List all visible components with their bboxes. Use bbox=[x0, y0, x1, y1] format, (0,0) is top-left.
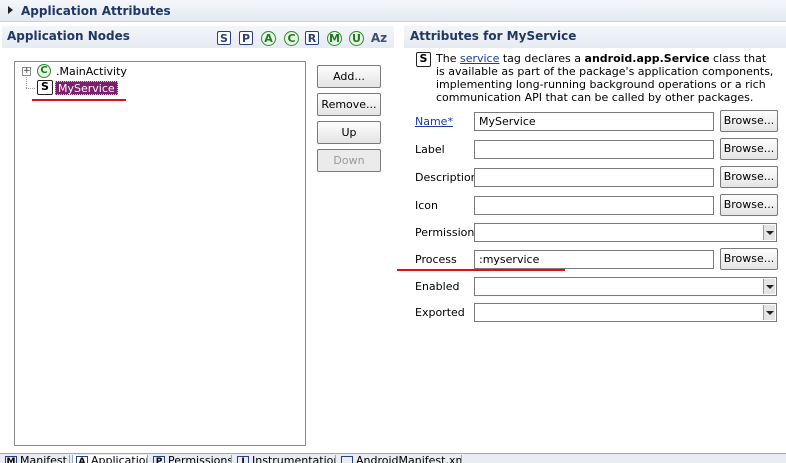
tree-connector bbox=[26, 77, 27, 88]
process-field-label: Process bbox=[415, 253, 457, 266]
exported-field-label: Exported bbox=[415, 306, 465, 319]
application-attributes-header[interactable]: Application Attributes bbox=[0, 0, 786, 22]
icon-field-label: Icon bbox=[415, 199, 438, 212]
description-field-label: Description bbox=[415, 171, 478, 184]
application-tab-icon: A bbox=[76, 456, 88, 463]
editor-tab-bar: M Manifest A Application P Permissions I Ins… bbox=[0, 453, 786, 463]
tab-label: Application bbox=[91, 455, 148, 463]
section-title: Application Attributes bbox=[21, 4, 171, 18]
permission-field-label: Permission bbox=[415, 226, 475, 239]
label-browse-button[interactable]: Browse... bbox=[720, 138, 778, 160]
name-browse-button[interactable]: Browse... bbox=[720, 110, 778, 132]
permissions-tab-icon: P bbox=[153, 456, 165, 463]
tree-expand-icon[interactable]: + bbox=[22, 67, 31, 76]
attributes-title: Attributes for MyService bbox=[410, 29, 577, 43]
name-label-link[interactable]: Name* bbox=[415, 115, 453, 128]
service-node-icon: S bbox=[37, 80, 53, 95]
tab-manifest[interactable]: M Manifest bbox=[2, 455, 70, 463]
service-doc-link[interactable]: service bbox=[460, 52, 499, 65]
down-button[interactable]: Down bbox=[317, 149, 381, 172]
add-activity-icon[interactable]: A bbox=[261, 31, 276, 46]
permission-combo[interactable] bbox=[474, 223, 777, 242]
xml-file-icon bbox=[341, 456, 353, 463]
exported-combo[interactable] bbox=[474, 303, 777, 322]
name-field[interactable]: MyService bbox=[474, 112, 714, 131]
red-annotation-underline bbox=[32, 99, 126, 101]
add-service-icon[interactable]: S bbox=[217, 31, 231, 45]
remove-button[interactable]: Remove... bbox=[317, 93, 381, 116]
process-field[interactable]: :myservice bbox=[474, 250, 714, 269]
add-activity-alias-icon[interactable]: C bbox=[284, 31, 299, 46]
up-button[interactable]: Up bbox=[317, 121, 381, 144]
red-annotation-underline bbox=[397, 269, 565, 271]
service-icon: S bbox=[416, 52, 431, 67]
add-meta-data-icon[interactable]: M bbox=[327, 31, 342, 46]
add-button[interactable]: Add... bbox=[317, 65, 381, 88]
tab-instrumentation[interactable]: I Instrumentation bbox=[234, 455, 336, 463]
description-field[interactable] bbox=[474, 168, 714, 187]
chevron-down-icon[interactable] bbox=[763, 225, 775, 240]
tree-connector bbox=[26, 88, 35, 89]
add-uses-library-icon[interactable]: U bbox=[349, 31, 364, 46]
application-nodes-tree[interactable]: + C .MainActivity S MyService bbox=[14, 61, 306, 446]
enabled-field-label: Enabled bbox=[415, 280, 460, 293]
service-description: The service tag declares a android.app.S… bbox=[436, 52, 776, 104]
tab-permissions[interactable]: P Permissions bbox=[150, 455, 232, 463]
description-class-name: android.app.Service bbox=[584, 52, 710, 65]
tab-application[interactable]: A Application bbox=[72, 455, 148, 463]
icon-field[interactable] bbox=[474, 196, 714, 215]
tab-label: Instrumentation bbox=[252, 455, 336, 463]
chevron-down-icon[interactable] bbox=[763, 305, 775, 320]
add-provider-icon[interactable]: P bbox=[239, 31, 253, 45]
manifest-tab-icon: M bbox=[5, 456, 17, 463]
description-text: The bbox=[436, 52, 460, 65]
label-field[interactable] bbox=[474, 140, 714, 159]
label-field-label: Label bbox=[415, 143, 445, 156]
tab-label: Permissions bbox=[168, 455, 232, 463]
description-browse-button[interactable]: Browse... bbox=[720, 166, 778, 188]
add-receiver-icon[interactable]: R bbox=[305, 31, 319, 45]
icon-browse-button[interactable]: Browse... bbox=[720, 194, 778, 216]
attributes-header: Attributes for MyService bbox=[404, 26, 786, 48]
expand-triangle-icon[interactable] bbox=[8, 6, 13, 14]
process-browse-button[interactable]: Browse... bbox=[720, 248, 778, 270]
tab-androidmanifest-xml[interactable]: AndroidManifest.xml bbox=[338, 455, 462, 463]
tab-label: AndroidManifest.xml bbox=[356, 455, 462, 463]
chevron-down-icon[interactable] bbox=[763, 279, 775, 294]
activity-node-icon: C bbox=[37, 64, 51, 78]
description-text: tag declares a bbox=[499, 52, 585, 65]
application-nodes-title: Application Nodes bbox=[7, 29, 130, 43]
tree-item-mainactivity[interactable]: .MainActivity bbox=[56, 65, 127, 78]
sort-alphabetical-icon[interactable]: Az bbox=[371, 31, 387, 45]
instrumentation-tab-icon: I bbox=[237, 456, 249, 463]
tree-item-myservice[interactable]: MyService bbox=[55, 81, 118, 95]
enabled-combo[interactable] bbox=[474, 277, 777, 296]
tab-label: Manifest bbox=[20, 455, 67, 463]
